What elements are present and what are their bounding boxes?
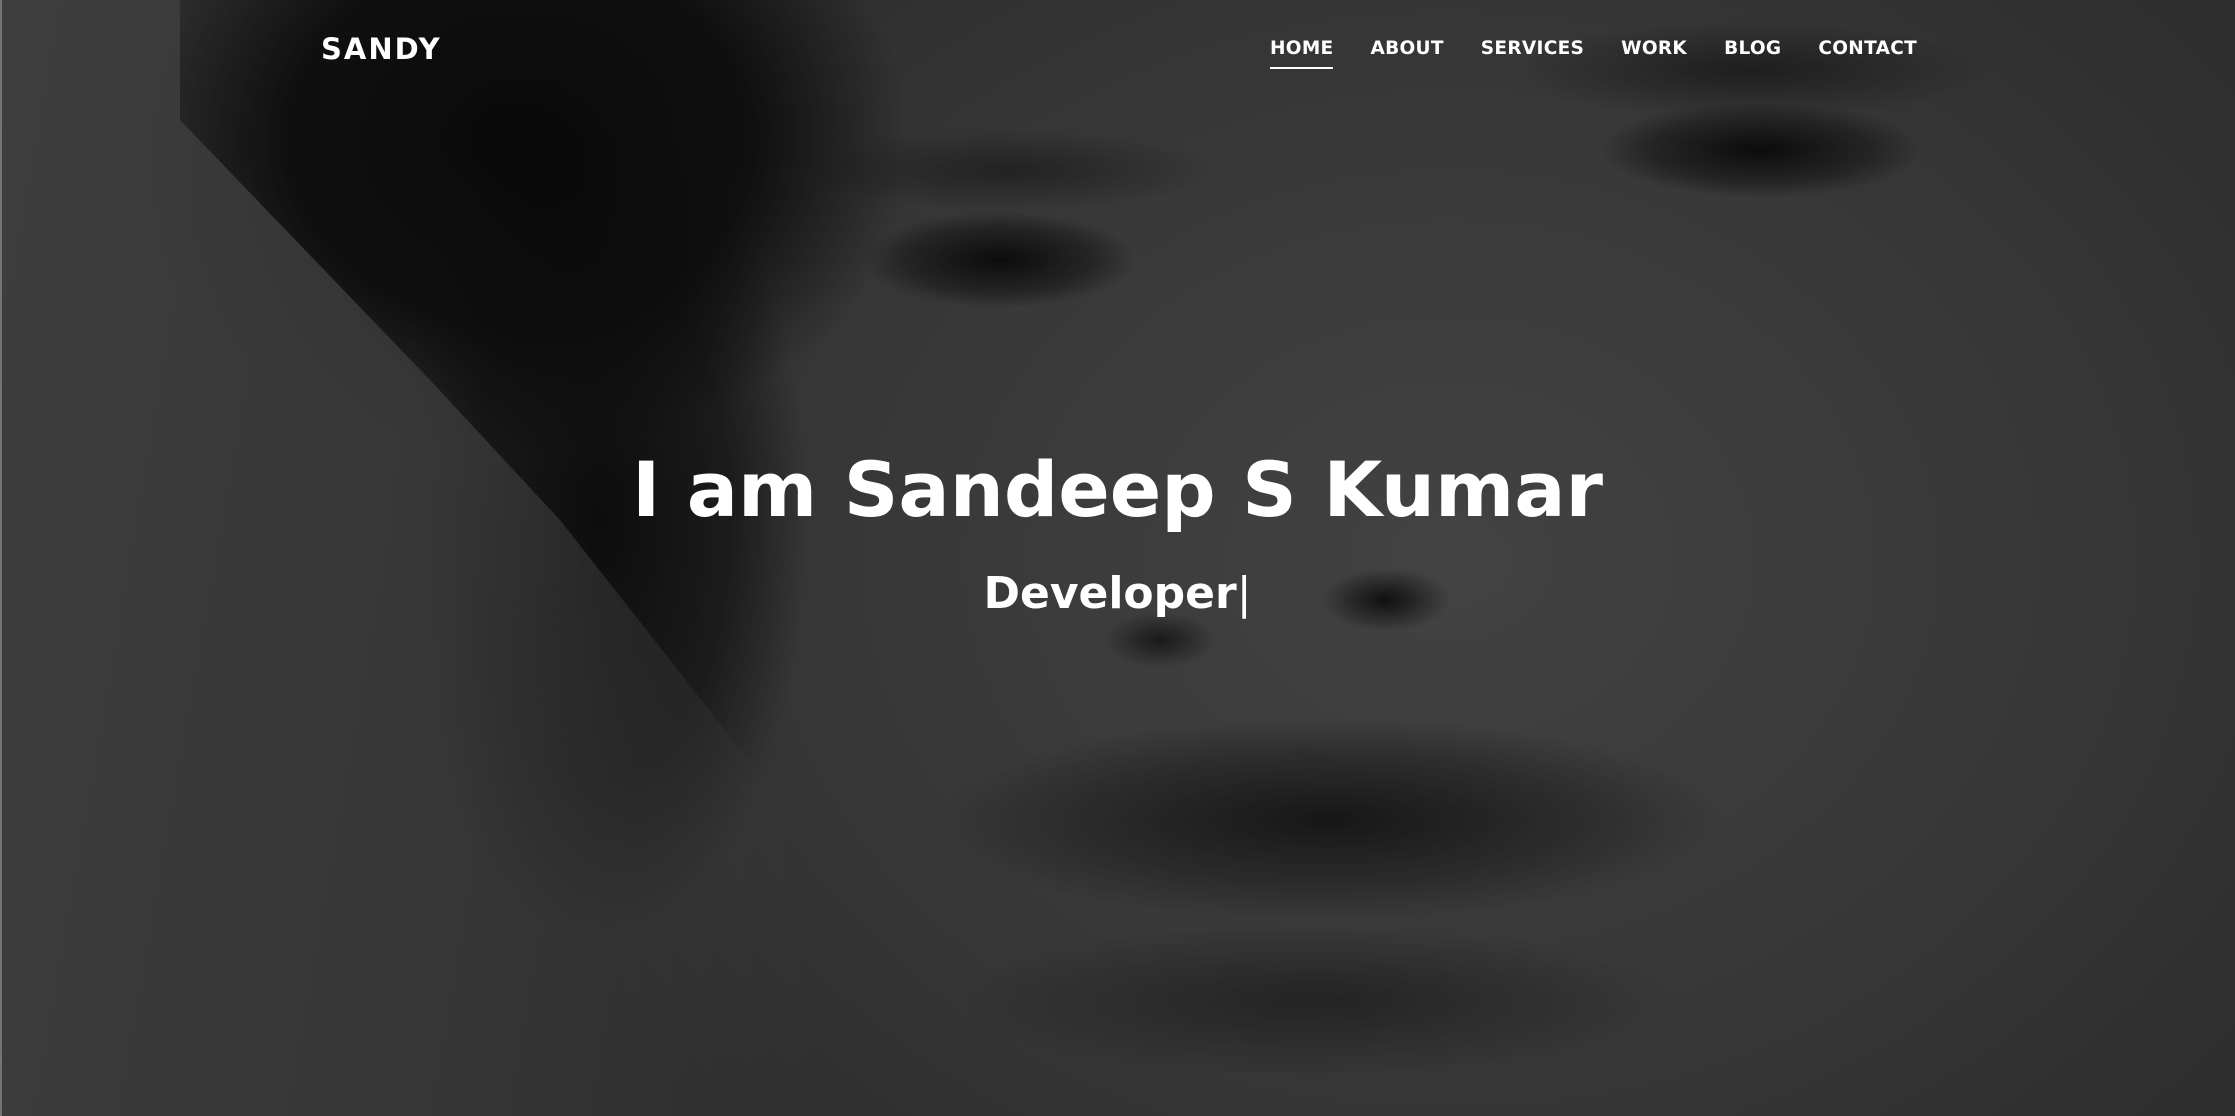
nav-link-home[interactable]: HOME bbox=[1270, 38, 1333, 69]
typed-cursor: | bbox=[1236, 567, 1252, 619]
hero-content: I am Sandeep S Kumar Developer| bbox=[0, 448, 2235, 619]
navbar: SANDY HOME ABOUT SERVICES WORK BLOG CONT… bbox=[0, 0, 2235, 100]
nav-link-services[interactable]: SERVICES bbox=[1481, 38, 1584, 69]
nav-item-blog: BLOG bbox=[1724, 38, 1781, 69]
nav-link-about[interactable]: ABOUT bbox=[1370, 38, 1443, 69]
typed-role-text: Developer bbox=[983, 567, 1237, 619]
nav-item-services: SERVICES bbox=[1481, 38, 1584, 69]
nav-link-contact[interactable]: CONTACT bbox=[1818, 38, 1917, 69]
brand-logo-link[interactable]: SANDY bbox=[321, 32, 442, 66]
nav-link-work[interactable]: WORK bbox=[1621, 38, 1687, 69]
nav-item-contact: CONTACT bbox=[1818, 38, 1917, 69]
nav-menu: HOME ABOUT SERVICES WORK BLOG CONTACT bbox=[1233, 38, 1917, 69]
nav-item-work: WORK bbox=[1621, 38, 1687, 69]
nav-link-blog[interactable]: BLOG bbox=[1724, 38, 1781, 69]
hero-title: I am Sandeep S Kumar bbox=[632, 445, 1603, 534]
page: SANDY HOME ABOUT SERVICES WORK BLOG CONT… bbox=[0, 0, 2235, 1116]
nav-item-about: ABOUT bbox=[1370, 38, 1443, 69]
nav-item-home: HOME bbox=[1270, 38, 1333, 69]
hero-subtitle: Developer| bbox=[983, 568, 1251, 619]
